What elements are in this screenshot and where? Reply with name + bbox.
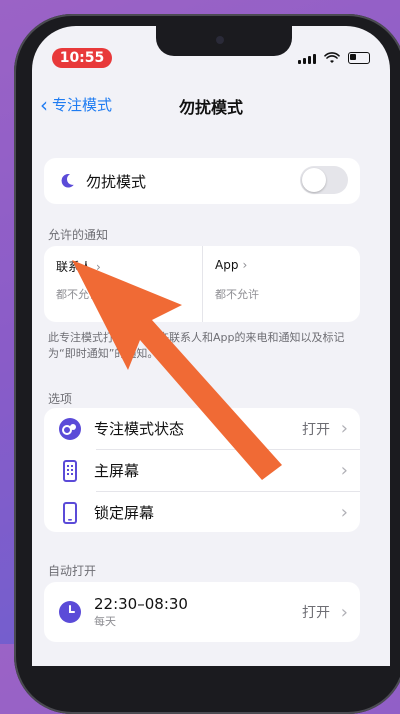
chevron-right-icon: › — [340, 418, 348, 439]
contacts-subtitle: 都不允许 — [56, 288, 100, 301]
toggle-knob — [302, 168, 326, 192]
dnd-toggle-card: 勿扰模式 — [44, 158, 360, 204]
status-time: 10:55 — [52, 48, 112, 68]
apps-subtitle: 都不允许 — [215, 288, 259, 301]
allowed-card: 联系人 › 都不允许 App › 都不允许 — [44, 246, 360, 322]
chevron-right-icon: › — [96, 259, 101, 274]
section-title-allowed: 允许的通知 — [48, 228, 109, 242]
option-label: 专注模式状态 — [94, 420, 185, 438]
chevron-right-icon: › — [340, 601, 348, 623]
home-screen-icon — [63, 459, 77, 482]
dnd-toggle[interactable] — [300, 166, 348, 194]
notch — [156, 26, 292, 56]
auto-card: 22:30–08:30 每天 打开 › — [44, 582, 360, 642]
section-title-auto: 自动打开 — [48, 564, 97, 578]
schedule-time: 22:30–08:30 — [94, 595, 188, 613]
schedule-value: 打开 — [302, 605, 330, 621]
focus-status-icon — [59, 417, 81, 440]
contacts-cell[interactable]: 联系人 › 都不允许 — [44, 246, 202, 322]
options-card: 专注模式状态 打开 › 主屏幕 › 锁定屏幕 › — [44, 408, 360, 532]
battery-icon — [348, 52, 370, 64]
chevron-right-icon: › — [340, 460, 348, 481]
chevron-right-icon: › — [242, 258, 248, 272]
apps-cell[interactable]: App › 都不允许 — [203, 246, 360, 322]
moon-icon — [61, 174, 74, 188]
chevron-right-icon: › — [340, 502, 348, 523]
schedule-row[interactable]: 22:30–08:30 每天 打开 › — [44, 582, 360, 642]
page-title: 勿扰模式 — [178, 98, 243, 117]
option-value: 打开 — [302, 421, 330, 438]
schedule-subtitle: 每天 — [94, 615, 116, 628]
option-label: 锁定屏幕 — [94, 504, 155, 522]
option-label: 主屏幕 — [94, 462, 140, 480]
option-lock-screen[interactable]: 锁定屏幕 › — [44, 492, 360, 533]
section-title-options: 选项 — [48, 392, 73, 406]
option-home-screen[interactable]: 主屏幕 › — [44, 450, 360, 491]
camera-dot — [216, 36, 224, 44]
option-focus-status[interactable]: 专注模式状态 打开 › — [44, 408, 360, 449]
screen: 10:55 ‹ 专注模式 勿扰模式 勿扰模式 允许的通知 联系人 › 都不允许 … — [32, 26, 390, 666]
allowed-note: 此专注模式打开时，允许联系人和App的来电和通知以及标记为“即时通知”的通知。 — [48, 331, 345, 360]
contacts-title: 联系人 — [56, 260, 93, 274]
status-icons — [298, 52, 370, 64]
navigation-bar: ‹ 专注模式 勿扰模式 — [32, 92, 390, 120]
dnd-label: 勿扰模式 — [86, 172, 147, 191]
wifi-icon — [324, 52, 340, 63]
apps-title: App — [215, 258, 239, 272]
lock-screen-icon — [63, 501, 77, 524]
signal-icon — [298, 52, 316, 64]
clock-icon — [59, 601, 81, 623]
